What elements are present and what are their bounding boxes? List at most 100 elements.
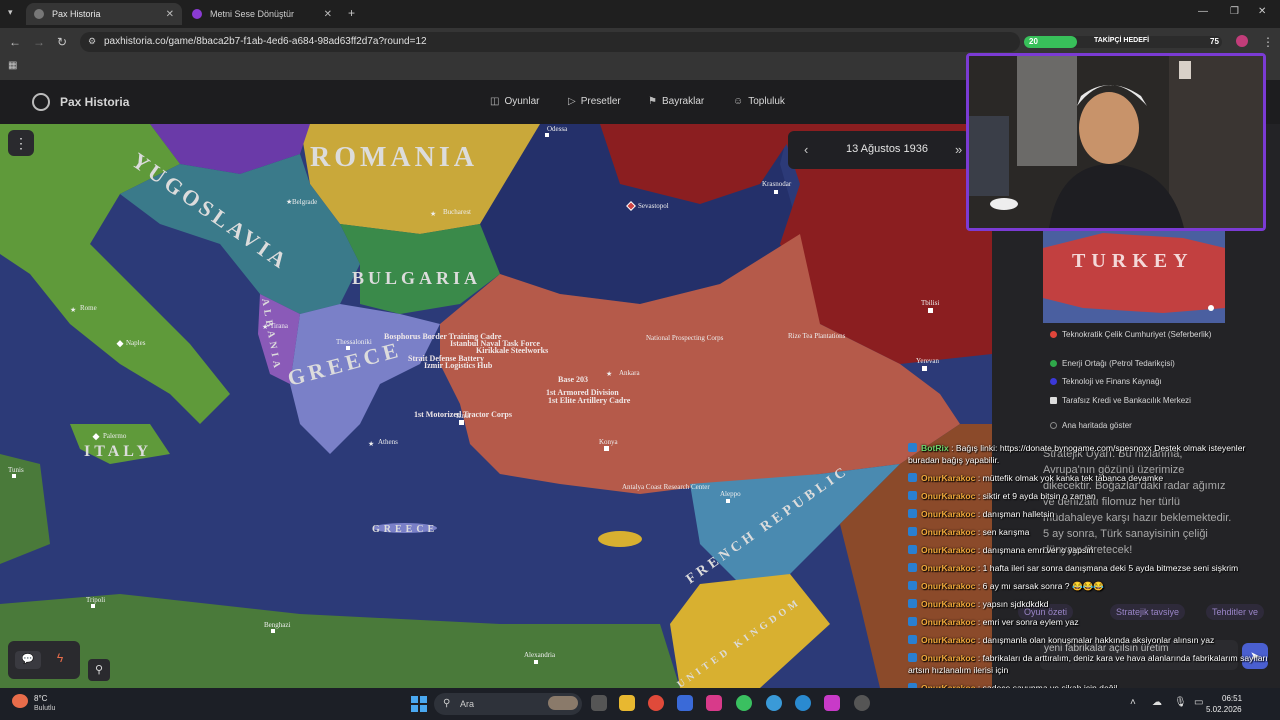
win-tile-2 [420,696,427,703]
city-alexandria-marker[interactable] [534,660,538,664]
chat-separator: : [975,509,983,519]
city-alexandria: Alexandria [524,651,556,659]
close-tab-icon[interactable]: ✕ [324,9,332,20]
chat-username: OnurKarakoc [921,527,976,537]
city-tripoli-marker[interactable] [91,604,95,608]
telegram-icon[interactable] [766,695,782,711]
media-app-icon[interactable] [824,695,840,711]
unit-antalya[interactable]: Antalya Coast Research Center [622,483,710,491]
city-konya-marker[interactable] [604,446,609,451]
win-tile-4 [420,705,427,712]
map-svg[interactable]: ROMANIA YUGOSLAVIA BULGARIA ALBANIA GREE… [0,124,992,688]
option-energy[interactable]: Enerji Ortağı (Petrol Tedarikçisi) [1050,359,1230,368]
nav-topluluk[interactable]: ☺ Topluluk [733,96,785,107]
unit-izmir-logistics[interactable]: Izmir Logistics Hub [424,361,493,370]
file-explorer-icon[interactable] [619,695,635,711]
instagram-icon[interactable] [706,695,722,711]
option-technocratic[interactable]: Teknokratik Çelik Cumhuriyet (Seferberli… [1050,330,1230,339]
next-turn-icon[interactable]: » [955,142,962,157]
city-ankara-star[interactable]: ★ [606,370,612,378]
profile-avatar[interactable] [1236,35,1248,47]
twitch-badge-icon [908,617,917,626]
twitch-badge-icon [908,473,917,482]
city-yerevan-marker[interactable] [922,366,927,371]
task-view-icon[interactable] [591,695,607,711]
vpn-icon[interactable] [677,695,693,711]
city-thessaloniki-marker[interactable] [346,346,350,350]
city-bucharest-star[interactable]: ★ [430,210,436,218]
bolt-icon[interactable]: ϟ [48,651,72,669]
city-aleppo-marker[interactable] [726,499,730,503]
tab-pax-historia[interactable]: Pax Historia ✕ [26,3,182,25]
apps-grid-icon[interactable]: ▦ [8,60,17,71]
option-dot [1050,331,1057,339]
close-window-icon[interactable]: ✕ [1258,6,1266,17]
nav-presetler[interactable]: ▷ Presetler [568,96,621,107]
option-neutral[interactable]: Tarafsız Kredi ve Bankacılık Merkezi [1050,396,1230,405]
more-menu-icon[interactable]: ⋮ [1262,35,1274,49]
close-tab-icon[interactable]: ✕ [166,9,174,20]
whatsapp-icon[interactable] [736,695,752,711]
unit-bosphorus[interactable]: Bosphorus Border Training Cadre [384,332,502,341]
cyprus[interactable] [598,531,642,547]
chat-text: Bağış linki: https://donate.bynogame.com… [908,443,1246,465]
site-logo-text[interactable]: Pax Historia [60,95,129,109]
chat-username: OnurKarakoc [921,581,976,591]
clock-date[interactable]: 5.02.2026 [1206,705,1242,714]
unit-motorized-corps[interactable]: 1st Motorized Tractor Corps [414,410,512,419]
unit-prospecting[interactable]: National Prospecting Corps [646,334,724,342]
pax-logo-icon[interactable] [32,93,50,111]
option-dot [1050,397,1057,405]
site-info-icon[interactable]: ⚙ [88,36,96,47]
chrome-icon[interactable] [648,695,664,711]
cloud-icon[interactable]: ☁ [1152,697,1162,708]
unit-rize[interactable]: Rize Tea Plantations [788,332,846,340]
map-menu-button[interactable]: ⋮ [8,130,34,156]
option-technology[interactable]: Teknoloji ve Finans Kaynağı [1050,377,1230,386]
mic-icon[interactable]: 🎙 [1174,697,1187,708]
nav-oyunlar[interactable]: ◫ Oyunlar [490,96,539,107]
edge-icon[interactable] [795,695,811,711]
previous-turn-icon[interactable]: ‹ [804,142,808,157]
city-tunis-marker[interactable] [12,474,16,478]
chat-message: OnurKarakoc : danışmanla olan konuşmalar… [908,634,1268,646]
city-tbilisi-marker[interactable] [928,308,933,313]
chat-message: OnurKarakoc : 1 hafta ileri sar sonra da… [908,562,1268,574]
forward-icon[interactable]: → [33,35,45,49]
unit-base[interactable]: Base 203 [558,375,588,384]
city-odessa: Odessa [547,125,568,133]
maximize-icon[interactable]: ❐ [1230,6,1239,17]
display-icon[interactable]: ▭ [1194,697,1203,708]
chat-message: OnurKarakoc : sen karışma [908,526,1268,538]
minimize-icon[interactable]: — [1198,6,1208,17]
city-rome-star[interactable]: ★ [70,306,76,314]
users-icon: ☺ [733,96,744,107]
city-bucharest: Bucharest [443,208,471,216]
weather-icon[interactable] [12,694,28,708]
obs-icon[interactable] [854,695,870,711]
tab-metni-sese[interactable]: Metni Sese Dönüştür ✕ [184,3,340,25]
city-krasnodar-marker[interactable] [774,190,778,194]
tray-chevron-icon[interactable]: ˄ [1130,697,1136,708]
chat-username: OnurKarakoc [921,491,976,501]
city-odessa-marker[interactable] [545,133,549,137]
tab-list-icon[interactable]: ▾ [8,7,13,18]
chat-icon[interactable]: 💬 [15,651,41,669]
nav-bayraklar[interactable]: ⚑ Bayraklar [648,96,704,107]
city-benghazi-marker[interactable] [271,629,275,633]
new-tab-icon[interactable]: + [348,6,355,20]
city-izmir-marker[interactable] [459,420,464,425]
back-icon[interactable]: ← [9,35,21,49]
follower-target: 75 [1210,37,1219,46]
windows-start-icon[interactable] [410,695,428,713]
reload-icon[interactable]: ↻ [57,35,67,49]
city-tripoli: Tripoli [86,596,105,604]
city-tirana-star[interactable]: ★ [262,323,268,331]
clock-time[interactable]: 06:51 [1222,694,1242,703]
game-map[interactable]: ROMANIA YUGOSLAVIA BULGARIA ALBANIA GREE… [0,124,992,688]
search-icon[interactable]: ⚲ [88,659,110,681]
show-on-map-toggle[interactable]: Ana haritada göster [1050,421,1230,430]
pax-favicon-icon [34,9,44,19]
unit-elite-artillery[interactable]: 1st Elite Artillery Cadre [548,396,631,405]
city-athens-star[interactable]: ★ [368,440,374,448]
